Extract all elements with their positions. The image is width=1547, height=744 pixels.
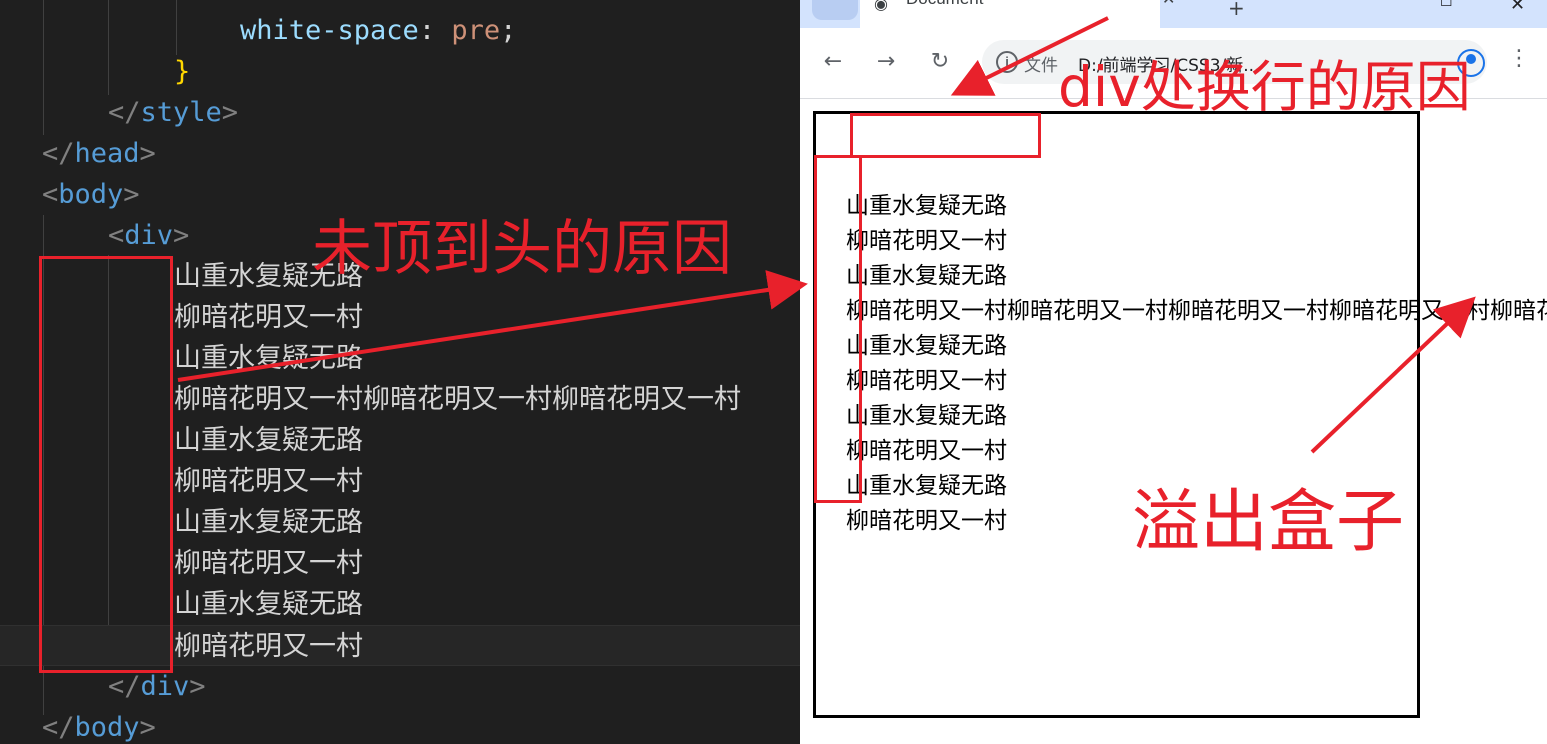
body-tag: body (74, 712, 140, 743)
body-tag: body (58, 179, 124, 210)
forward-arrow-icon[interactable]: → (869, 45, 903, 79)
code-line-content[interactable]: 山重水复疑无路 (174, 502, 363, 543)
annotation-overflow: 溢出盒子 (1132, 483, 1405, 562)
annotation-not-to-edge: 未顶到头的原因 (312, 214, 732, 284)
indent-guide (108, 0, 109, 95)
code-line-body-close[interactable]: </body> (42, 707, 156, 744)
content-text: 柳暗花明又一村 (174, 302, 363, 333)
code-line-content[interactable]: 柳暗花明又一村 (174, 297, 363, 338)
code-line-content[interactable]: 柳暗花明又一村 (174, 461, 363, 502)
tab-title: Document (906, 0, 983, 9)
head-tag: head (74, 138, 140, 169)
code-line-div-open[interactable]: <div> (108, 215, 189, 256)
info-icon[interactable]: i (996, 51, 1018, 73)
content-text: 山重水复疑无路 (174, 343, 363, 374)
file-label: 文件 (1024, 56, 1058, 76)
content-text: 柳暗花明又一村 (174, 631, 363, 662)
code-line-brace[interactable]: } (174, 51, 190, 92)
code-line-content[interactable]: 山重水复疑无路 (174, 338, 363, 379)
content-text: 柳暗花明又一村 (174, 466, 363, 497)
highlight-box-empty-line (850, 113, 1041, 158)
css-value: pre (451, 15, 501, 46)
code-line-white-space[interactable]: white-space: pre; (240, 10, 516, 51)
page-viewport: 山重水复疑无路 柳暗花明又一村 山重水复疑无路 柳暗花明又一村柳暗花明又一村柳暗… (800, 99, 1547, 744)
menu-dots-icon[interactable]: ⋮ (1508, 46, 1530, 71)
tab-document[interactable]: ◉ Document ✕ (860, 0, 1175, 28)
highlight-box-editor-indent (39, 256, 173, 673)
indent-guide (176, 0, 177, 55)
css-property: white-space (240, 15, 419, 46)
code-line-content[interactable]: 山重水复疑无路 (174, 420, 363, 461)
code-line-content[interactable]: 柳暗花明又一村柳暗花明又一村柳暗花明又一村 (174, 379, 741, 420)
close-window-icon[interactable]: ✕ (1510, 0, 1525, 15)
close-icon[interactable]: ✕ (1162, 0, 1175, 8)
highlight-box-page-indent (814, 155, 862, 503)
closing-brace: } (174, 56, 191, 87)
content-text: 柳暗花明又一村柳暗花明又一村柳暗花明又一村 (174, 384, 741, 415)
code-line-body-open[interactable]: <body> (42, 174, 140, 215)
annotation-div-newline: div处换行的原因 (1058, 55, 1471, 119)
code-line-content[interactable]: 柳暗花明又一村 (174, 543, 363, 584)
content-text: 山重水复疑无路 (174, 425, 363, 456)
tab-strip: ◉ Document ✕ + ☐ ✕ (800, 0, 1547, 28)
content-text: 山重水复疑无路 (174, 589, 363, 620)
tab-search-button[interactable] (812, 0, 858, 20)
back-arrow-icon[interactable]: ← (816, 45, 850, 79)
css-colon: : (418, 15, 452, 46)
div-tag: div (124, 220, 174, 251)
code-line-content[interactable]: 山重水复疑无路 (174, 584, 363, 625)
content-text: 山重水复疑无路 (174, 507, 363, 538)
new-tab-button[interactable]: + (1228, 0, 1245, 20)
code-line-head-close[interactable]: </head> (42, 133, 156, 174)
content-text: 柳暗花明又一村 (174, 548, 363, 579)
code-line-style-close[interactable]: </style> (108, 92, 238, 133)
div-tag: div (140, 671, 190, 702)
restore-window-icon[interactable]: ☐ (1440, 0, 1453, 10)
reload-icon[interactable]: ↻ (923, 45, 957, 79)
globe-icon: ◉ (874, 0, 888, 13)
style-tag: style (140, 97, 222, 128)
indent-guide (43, 0, 44, 135)
css-semicolon: ; (500, 15, 517, 46)
